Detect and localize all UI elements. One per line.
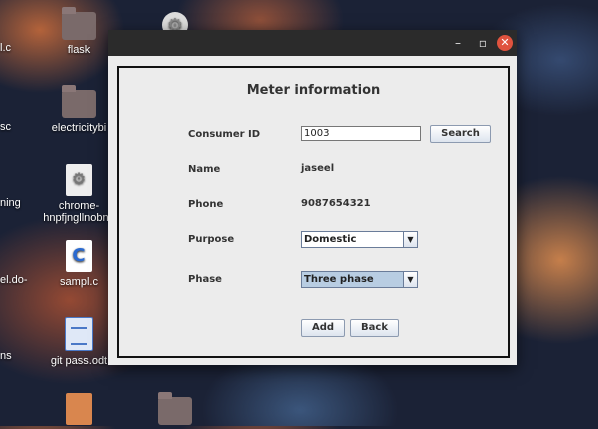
phone-label: Phone xyxy=(188,199,224,210)
folder-icon xyxy=(158,392,192,425)
desktop-item-package[interactable] xyxy=(34,393,124,429)
name-value: jaseel xyxy=(301,163,335,174)
c-file-icon: C xyxy=(66,240,92,272)
close-icon[interactable]: ✕ xyxy=(497,35,513,51)
phase-selected-value: Three phase xyxy=(304,274,374,285)
minimize-icon[interactable]: – xyxy=(450,35,466,51)
phone-value: 9087654321 xyxy=(301,198,371,209)
document-icon xyxy=(65,317,93,351)
chevron-down-icon[interactable]: ▼ xyxy=(403,272,417,287)
window-content: Meter information Consumer ID 1003 Searc… xyxy=(108,56,517,365)
consumer-id-label: Consumer ID xyxy=(188,129,261,140)
folder-icon xyxy=(62,7,96,40)
desktop-edge-label: l.c xyxy=(0,42,11,54)
desktop-item-folder[interactable] xyxy=(130,392,220,429)
desktop-edge-label: ns xyxy=(0,350,12,362)
add-button[interactable]: Add xyxy=(301,319,345,337)
phase-label: Phase xyxy=(188,274,222,285)
form-panel: Meter information Consumer ID 1003 Searc… xyxy=(117,66,510,358)
phase-select[interactable]: Three phase ▼ xyxy=(301,271,418,288)
meter-information-window: – ▫ ✕ Meter information Consumer ID 1003… xyxy=(108,30,517,365)
chevron-down-icon[interactable]: ▼ xyxy=(403,232,417,247)
maximize-icon[interactable]: ▫ xyxy=(475,35,491,51)
purpose-selected-value: Domestic xyxy=(304,234,357,245)
package-icon xyxy=(66,393,92,425)
purpose-select[interactable]: Domestic ▼ xyxy=(301,231,418,248)
desktop-edge-label: sc xyxy=(0,121,11,133)
desktop-edge-label: el.do- xyxy=(0,274,28,286)
window-titlebar[interactable]: – ▫ ✕ xyxy=(108,30,517,56)
page-title: Meter information xyxy=(246,83,381,98)
folder-icon xyxy=(62,85,96,118)
back-button[interactable]: Back xyxy=(350,319,399,337)
search-button[interactable]: Search xyxy=(430,125,491,143)
desktop-edge-label: ning xyxy=(0,197,21,209)
consumer-id-input[interactable]: 1003 xyxy=(301,126,421,141)
purpose-label: Purpose xyxy=(188,234,235,245)
chrome-app-icon: ⚙ xyxy=(66,164,92,196)
name-label: Name xyxy=(188,164,221,175)
